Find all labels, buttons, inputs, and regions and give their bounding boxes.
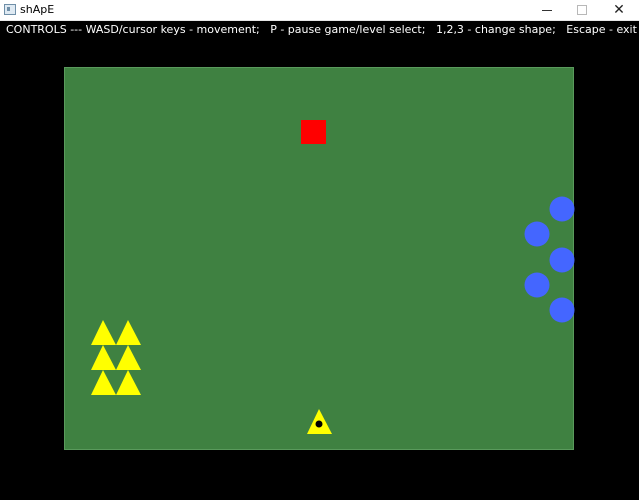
game-window: shApE ✕ CONTROLS --- WASD/cursor keys - … bbox=[0, 0, 639, 500]
yellow-triangle bbox=[91, 345, 116, 370]
blue-circle bbox=[549, 247, 575, 273]
blue-circle bbox=[549, 297, 575, 323]
game-sprites bbox=[91, 120, 575, 434]
player-dot bbox=[315, 420, 323, 428]
yellow-triangle bbox=[91, 370, 116, 395]
blue-circle bbox=[524, 272, 550, 298]
yellow-triangle bbox=[116, 370, 141, 395]
yellow-triangle bbox=[116, 345, 141, 370]
yellow-triangle bbox=[116, 320, 141, 345]
yellow-triangle bbox=[91, 320, 116, 345]
blue-circle bbox=[549, 196, 575, 222]
blue-circle bbox=[524, 221, 550, 247]
red-square bbox=[301, 120, 326, 144]
